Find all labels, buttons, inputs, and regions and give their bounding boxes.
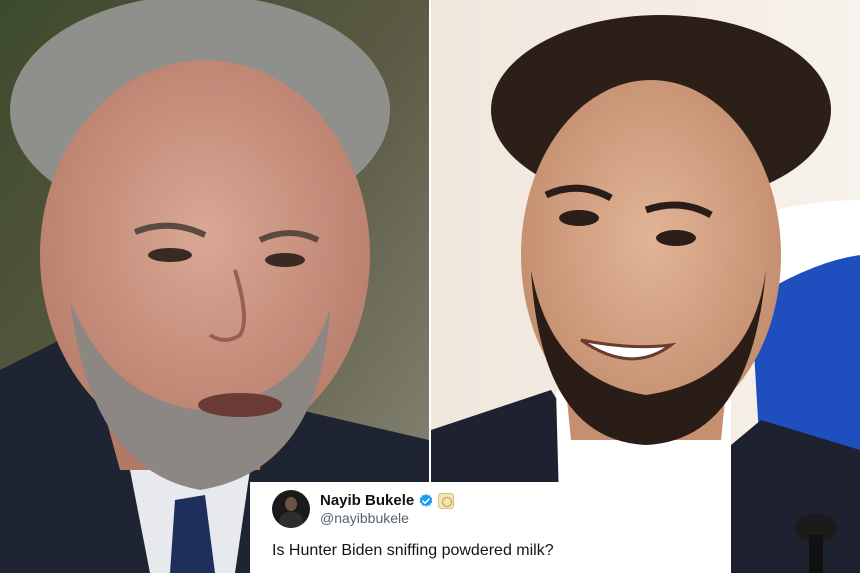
avatar-head-shape [285, 497, 297, 511]
user-handle[interactable]: @nayibbukele [320, 510, 454, 527]
verified-badge-icon [419, 493, 433, 507]
tweet-text: Is Hunter Biden sniffing powdered milk? [272, 542, 554, 559]
display-name[interactable]: Nayib Bukele [320, 492, 414, 510]
avatar[interactable] [272, 490, 310, 528]
name-row: Nayib Bukele [320, 492, 455, 510]
tweet-header: Nayib Bukele @nayibbukele [272, 490, 596, 528]
affiliate-badge-icon [438, 492, 455, 509]
avatar-body-shape [279, 512, 303, 528]
tweet-card[interactable]: Nayib Bukele @nayibbukele Is Hunter Bide… [250, 482, 610, 573]
tweet-author: Nayib Bukele @nayibbukele [320, 492, 455, 527]
